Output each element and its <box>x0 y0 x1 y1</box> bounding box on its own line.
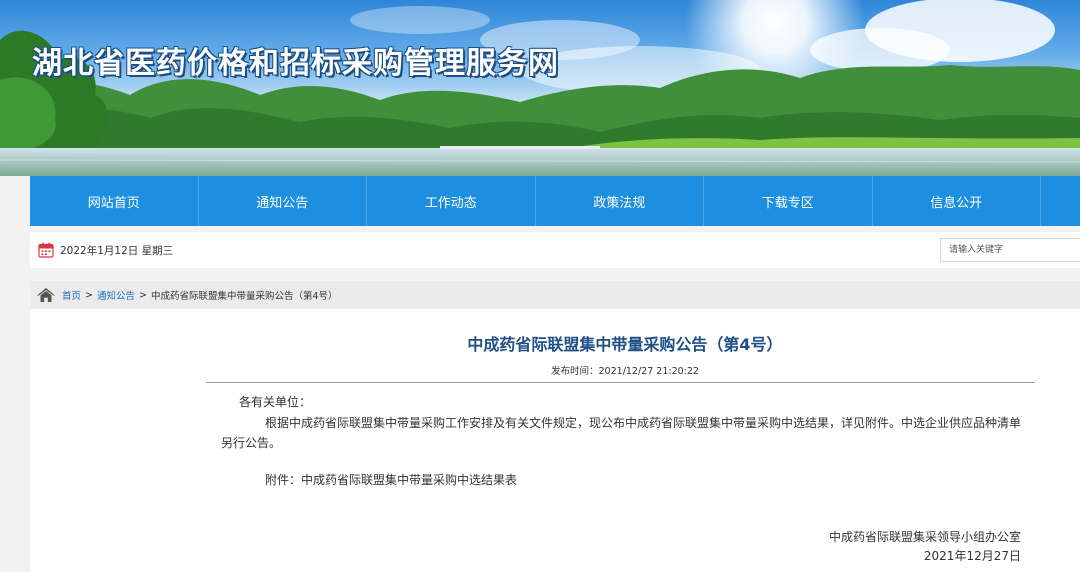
attachment-line: 附件：中成药省际联盟集中带量采购中选结果表 <box>265 471 517 488</box>
title-divider <box>206 382 1035 383</box>
breadcrumb-current: 中成药省际联盟集中带量采购公告（第4号） <box>150 291 338 302</box>
site-banner: 湖北省医药价格和招标采购管理服务网 <box>0 0 1080 176</box>
breadcrumb-notices[interactable]: 通知公告 <box>97 288 135 302</box>
main-nav: 网站首页 通知公告 工作动态 政策法规 下载专区 信息公开 <box>30 176 1080 226</box>
article-title: 中成药省际联盟集中带量采购公告（第4号） <box>467 335 783 354</box>
nav-item-downloads[interactable]: 下载专区 <box>704 176 873 226</box>
nav-item-notices[interactable]: 通知公告 <box>199 176 367 226</box>
current-date: 2022年1月12日 星期三 <box>60 244 174 257</box>
article-salutation: 各有关单位： <box>239 395 312 409</box>
breadcrumb-separator: > <box>85 289 93 301</box>
nav-item-work-news[interactable]: 工作动态 <box>367 176 536 226</box>
attachment-label: 附件： <box>265 473 302 487</box>
nav-item-info-disclosure[interactable]: 信息公开 <box>873 176 1041 226</box>
nav-item-home[interactable]: 网站首页 <box>30 176 199 226</box>
article-body: 根据中成药省际联盟集中带量采购工作安排及有关文件规定，现公布中成药省际联盟集中带… <box>221 416 1022 450</box>
search-input[interactable] <box>940 238 1080 262</box>
breadcrumb: 首页 > 通知公告 > 中成药省际联盟集中带量采购公告（第4号） <box>30 281 1080 309</box>
calendar-icon <box>38 242 54 258</box>
signature-organization: 中成药省际联盟集采领导小组办公室 <box>828 530 1021 544</box>
landscape-illustration <box>0 0 1080 176</box>
info-bar: 2022年1月12日 星期三 <box>30 232 1080 268</box>
publish-time: 发布时间：2021/12/27 21:20:22 <box>551 366 699 377</box>
home-icon <box>37 288 55 302</box>
site-title: 湖北省医药价格和招标采购管理服务网 <box>32 46 559 81</box>
breadcrumb-home[interactable]: 首页 <box>62 288 81 302</box>
attachment-link[interactable]: 中成药省际联盟集中带量采购中选结果表 <box>301 473 517 487</box>
nav-item-policies[interactable]: 政策法规 <box>536 176 704 226</box>
article-panel: 中成药省际联盟集中带量采购公告（第4号） 发布时间：2021/12/27 21:… <box>30 309 1080 572</box>
signature-date: 2021年12月27日 <box>923 549 1021 563</box>
breadcrumb-separator: > <box>139 289 147 301</box>
